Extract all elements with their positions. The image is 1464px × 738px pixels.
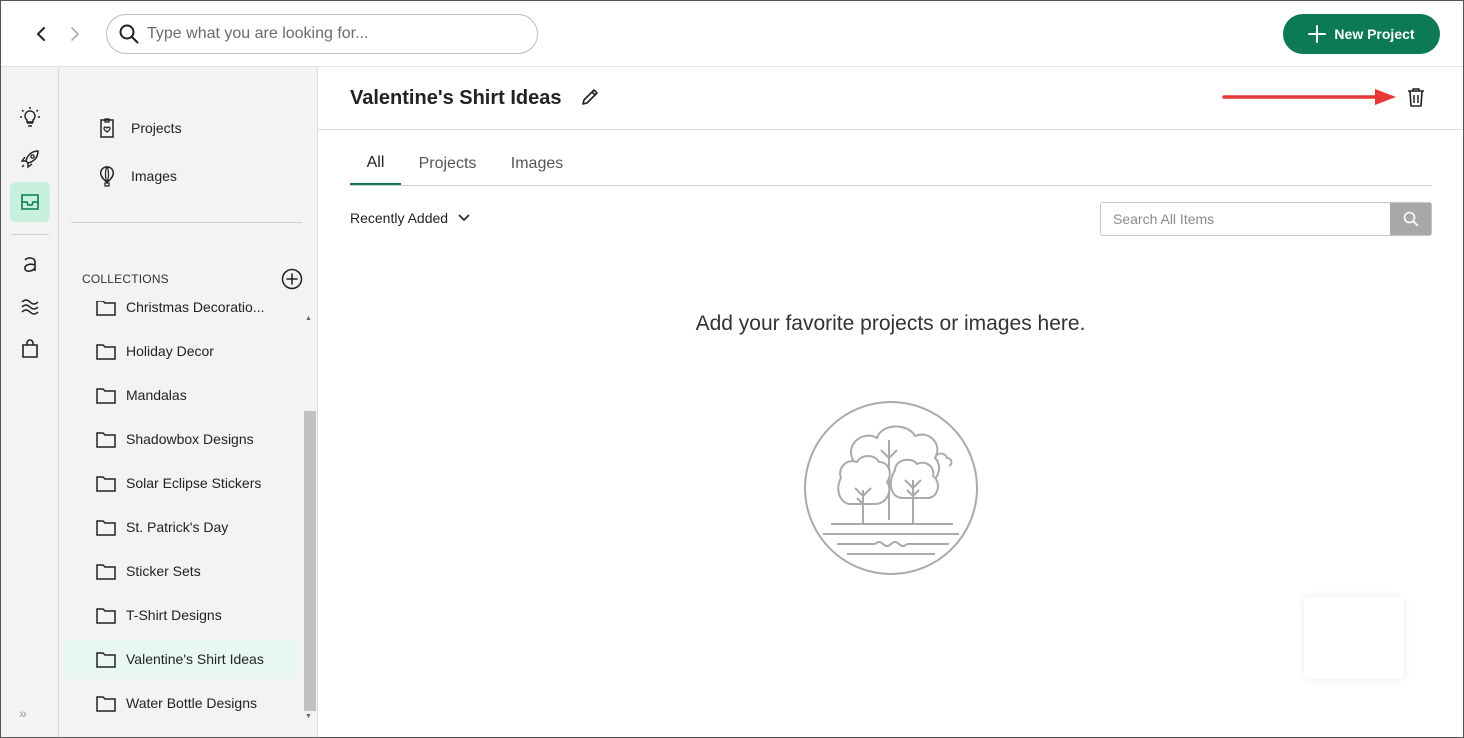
collection-label: St. Patrick's Day [126, 519, 229, 535]
global-search-input[interactable] [147, 25, 507, 43]
collection-item[interactable]: Christmas Decoratio... [65, 301, 297, 327]
collection-item[interactable]: Mandalas [65, 375, 297, 415]
rocket-icon[interactable] [10, 139, 50, 179]
items-search-button[interactable] [1390, 203, 1431, 235]
forward-button[interactable] [65, 23, 85, 45]
collection-item[interactable]: Sticker Sets [65, 551, 297, 591]
folder-icon [96, 301, 116, 316]
collection-item[interactable]: Holiday Decor [65, 331, 297, 371]
collection-item[interactable]: Solar Eclipse Stickers [65, 463, 297, 503]
collection-label: Valentine's Shirt Ideas [126, 651, 264, 667]
floating-widget[interactable] [1304, 597, 1404, 679]
items-search [1100, 202, 1432, 236]
expand-rail-button[interactable]: » [19, 705, 27, 721]
scroll-up-arrow-icon[interactable]: ▲ [305, 315, 312, 322]
collection-item[interactable]: Water Bottle Designs [65, 683, 297, 723]
collection-item[interactable]: St. Patrick's Day [65, 507, 297, 547]
sidebar: Projects Images COLLECTIONS Christmas De… [59, 67, 318, 737]
pencil-icon[interactable] [579, 86, 601, 108]
new-project-button[interactable]: New Project [1283, 14, 1440, 54]
collection-label: T-Shirt Designs [126, 607, 222, 623]
collection-label: Solar Eclipse Stickers [126, 475, 262, 491]
shopping-bag-icon[interactable] [10, 329, 50, 369]
collections-list: Christmas Decoratio... Holiday Decor Man… [59, 301, 299, 737]
annotation-arrow [1222, 89, 1396, 105]
top-bar: New Project [1, 1, 1463, 67]
folder-icon [96, 695, 116, 712]
collection-label: Sticker Sets [126, 563, 201, 579]
main-content: Valentine's Shirt Ideas All Projects Ima… [318, 67, 1463, 737]
collection-item-active[interactable]: Valentine's Shirt Ideas [65, 639, 297, 679]
sidebar-divider [71, 222, 302, 223]
collection-label: Shadowbox Designs [126, 431, 254, 447]
global-search[interactable] [106, 14, 538, 54]
icon-rail: » [1, 67, 59, 737]
app-window: New Project » Projects [0, 0, 1464, 738]
folder-icon [96, 651, 116, 668]
folder-icon [96, 563, 116, 580]
folder-icon [96, 607, 116, 624]
a-letter-icon[interactable] [10, 244, 50, 284]
chevron-left-icon [36, 27, 45, 41]
back-button[interactable] [31, 23, 51, 45]
content-tabs: All Projects Images [350, 143, 1432, 186]
sidebar-item-label: Images [131, 168, 177, 184]
collection-label: Water Bottle Designs [126, 695, 257, 711]
folder-icon [96, 431, 116, 448]
collection-header: Valentine's Shirt Ideas [318, 67, 1463, 130]
add-collection-icon[interactable] [281, 268, 303, 290]
chevron-down-icon [458, 214, 470, 222]
trees-illustration-icon [804, 401, 978, 575]
folder-icon [96, 387, 116, 404]
sidebar-item-projects[interactable]: Projects [97, 116, 182, 140]
lightbulb-icon[interactable] [10, 98, 50, 138]
scroll-down-arrow-icon[interactable]: ▼ [305, 713, 312, 720]
plus-icon [1308, 25, 1327, 43]
collection-label: Mandalas [126, 387, 187, 403]
scrollbar-thumb[interactable] [304, 411, 316, 711]
sidebar-item-label: Projects [131, 120, 182, 136]
page-title: Valentine's Shirt Ideas [350, 87, 562, 109]
collection-item[interactable]: Shadowbox Designs [65, 419, 297, 459]
collections-header: COLLECTIONS [82, 272, 169, 286]
empty-state-message: Add your favorite projects or images her… [695, 312, 1086, 335]
new-project-label: New Project [1334, 26, 1415, 42]
tab-images[interactable]: Images [494, 143, 580, 185]
collection-label: Christmas Decoratio... [126, 301, 265, 315]
folder-icon [96, 519, 116, 536]
tab-projects[interactable]: Projects [401, 143, 494, 185]
rail-divider [11, 234, 49, 235]
collection-item[interactable]: T-Shirt Designs [65, 595, 297, 635]
search-icon [119, 24, 139, 44]
balloon-icon [100, 165, 114, 187]
chevron-right-icon [71, 27, 80, 41]
project-icon [100, 118, 114, 138]
tab-all[interactable]: All [350, 143, 401, 185]
folder-icon [96, 343, 116, 360]
folder-icon [96, 475, 116, 492]
search-icon [1403, 211, 1419, 227]
sort-dropdown[interactable]: Recently Added [350, 210, 470, 226]
collection-label: Holiday Decor [126, 343, 214, 359]
sort-label: Recently Added [350, 210, 449, 226]
waves-icon[interactable] [10, 287, 50, 327]
inbox-icon[interactable] [10, 182, 50, 222]
items-search-input[interactable] [1113, 204, 1403, 234]
trash-icon[interactable] [1405, 86, 1427, 108]
sidebar-item-images[interactable]: Images [97, 164, 177, 188]
